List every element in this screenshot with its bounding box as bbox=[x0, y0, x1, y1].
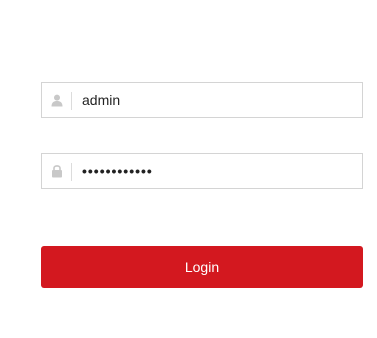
password-field[interactable]: •••••••••••• bbox=[41, 153, 363, 189]
login-page: admin •••••••••••• Login bbox=[0, 0, 377, 338]
username-field[interactable]: admin bbox=[41, 82, 363, 118]
login-button[interactable]: Login bbox=[41, 246, 363, 288]
password-value[interactable]: •••••••••••• bbox=[82, 163, 153, 179]
lock-icon bbox=[42, 154, 72, 188]
username-value[interactable]: admin bbox=[82, 92, 120, 108]
user-icon bbox=[42, 83, 72, 117]
